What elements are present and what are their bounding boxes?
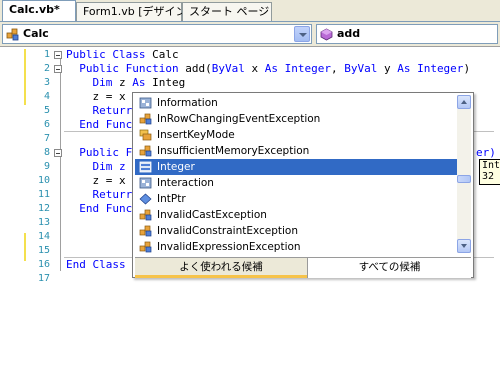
code-line-2: Public Function add(ByVal x As Integer, … [66,62,471,75]
completion-item[interactable]: Interaction [135,175,457,191]
tab-calc-vb[interactable]: Calc.vb* [2,0,76,22]
module-icon [139,177,152,189]
code-line-16: End Class [66,258,126,271]
method-icon [320,28,333,41]
line-number: 15 [37,245,50,256]
class-icon [139,241,152,253]
line-number: 10 [37,175,50,186]
line-number: 2 [43,63,50,74]
line-number: 11 [37,189,50,200]
code-line-11: Returr [66,188,133,201]
completion-item[interactable]: IntPtr [135,191,457,207]
tooltip-line-2: 32 [482,171,495,182]
line-number: 7 [43,133,50,144]
line-number: 9 [43,161,50,172]
completion-item[interactable]: InRowChangingEventException [135,111,457,127]
code-line-1: Public Class Calc [66,48,179,61]
line-number: 12 [37,203,50,214]
collapse-function-toggle[interactable] [54,149,62,157]
line-number: 3 [43,77,50,88]
completion-item[interactable]: InvalidConstraintException [135,223,457,239]
module-icon [139,97,152,109]
line-number: 5 [43,105,50,116]
code-line-3: Dim z As Integ [66,76,186,89]
completion-item-label: InvalidExpressionException [157,241,301,253]
class-combo-dropdown-button[interactable] [294,26,310,42]
completion-list[interactable]: Information InRowChangingEventException … [132,92,474,278]
line-number: 17 [37,273,50,284]
class-icon [139,225,152,237]
code-line-5: Returr [66,104,133,117]
enum-icon [139,129,152,141]
code-line-8: Public F [66,146,133,159]
completion-filter-tabs: よく使われる候補 すべての候補 [135,257,471,278]
class-combo-value: Calc [23,27,49,40]
class-icon [6,28,19,41]
tab-start-page[interactable]: スタート ページ [182,2,272,21]
code-line-6: End Func [66,118,133,131]
line-number: 13 [37,217,50,228]
line-number: 16 [37,259,50,270]
document-tab-strip: Form1.vb [デザイン] スタート ページ Calc.vb* [0,0,500,22]
class-icon [139,145,152,157]
completion-item-selected[interactable]: Integer [135,159,457,175]
completion-item-label: InsertKeyMode [157,129,235,141]
completion-item[interactable]: InsertKeyMode [135,127,457,143]
line-number: 14 [37,231,50,242]
completion-item-label: InvalidCastException [157,209,267,221]
member-combo[interactable]: add [316,24,498,44]
tab-form1-design[interactable]: Form1.vb [デザイン] [76,2,191,21]
tab-all-suggestions[interactable]: すべての候補 [307,258,471,278]
completion-item-label: Information [157,97,218,109]
code-line-8-tail: er) [476,146,496,159]
completion-item-label: IntPtr [157,193,186,205]
completion-item-label: InRowChangingEventException [157,113,321,125]
collapse-class-toggle[interactable] [54,51,62,59]
tab-common-suggestions[interactable]: よく使われる候補 [135,258,307,278]
member-combo-value: add [337,27,361,40]
scroll-thumb[interactable] [457,175,471,183]
completion-scrollbar[interactable] [457,95,471,253]
class-icon [139,209,152,221]
completion-item-label: InsufficientMemoryException [157,145,310,157]
completion-item-label: InvalidConstraintException [157,225,299,237]
line-number: 8 [43,147,50,158]
parameter-tooltip: Inte 32 [479,159,500,185]
completion-item[interactable]: Information [135,95,457,111]
navigation-bar: Calc add [0,22,500,46]
code-line-12: End Func [66,202,133,215]
code-line-9: Dim z [66,160,126,173]
completion-item[interactable]: InvalidExpressionException [135,239,457,255]
line-number: 4 [43,91,50,102]
structure-icon [139,193,152,205]
structure-icon [139,161,152,173]
line-number: 1 [43,49,50,60]
completion-item[interactable]: InsufficientMemoryException [135,143,457,159]
code-line-10: z = x [66,174,126,187]
code-line-4: z = x [66,90,126,103]
collapse-function-toggle[interactable] [54,65,62,73]
scroll-up-button[interactable] [457,95,471,109]
line-number: 6 [43,119,50,130]
class-icon [139,113,152,125]
tooltip-line-1: Inte [482,160,500,171]
indicator-margin [0,47,26,380]
class-combo[interactable]: Calc [2,24,312,44]
completion-item[interactable]: InvalidCastException [135,207,457,223]
scroll-down-button[interactable] [457,239,471,253]
outline-guide [60,55,61,271]
completion-item-label: Integer [157,161,195,173]
completion-item-label: Interaction [157,177,214,189]
